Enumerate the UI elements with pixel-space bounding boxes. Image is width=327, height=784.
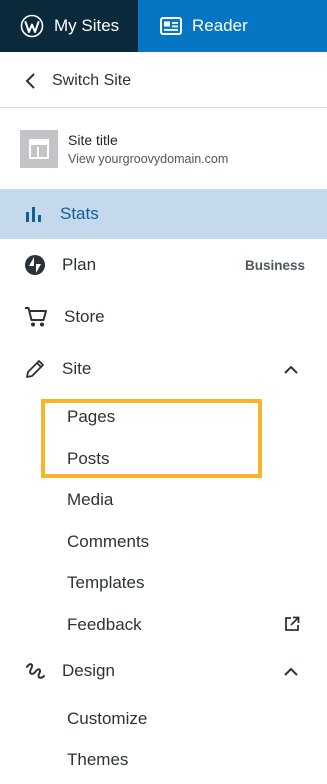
chevron-left-icon [24,72,36,90]
stats-icon [24,205,44,223]
sidebar-item-stats[interactable]: Stats [0,189,327,239]
sidebar-item-design[interactable]: Design [0,646,327,696]
submenu-item-templates[interactable]: Templates [67,563,307,603]
submenu-item-media[interactable]: Media [67,480,307,520]
submenu-item-feedback[interactable]: Feedback [67,605,307,645]
sidebar-item-site[interactable]: Site [0,344,327,394]
submenu-item-customize[interactable]: Customize [67,699,307,739]
my-sites-label: My Sites [54,16,120,35]
reader-label: Reader [192,16,248,35]
sidebar-item-store[interactable]: Store [0,292,327,342]
pencil-icon [24,358,46,380]
site-url-link[interactable]: View yourgroovydomain.com [68,152,228,166]
design-brush-icon [24,660,46,682]
my-sites-tab[interactable]: My Sites [0,0,138,52]
plan-badge: Business [244,257,305,273]
masterbar: My Sites Reader [0,0,327,52]
chevron-up-icon[interactable] [281,359,301,379]
sidebar-item-store-label: Store [64,307,105,326]
sidebar-item-plan[interactable]: Plan Business [0,240,327,290]
current-site-card[interactable]: Site title View yourgroovydomain.com [0,109,327,188]
chevron-up-icon[interactable] [281,661,301,681]
sidebar-item-site-label: Site [62,359,92,378]
reader-icon [160,16,182,36]
submenu-item-comments[interactable]: Comments [67,522,307,562]
submenu-item-themes[interactable]: Themes [67,740,307,780]
submenu-item-pages[interactable]: Pages [67,397,307,437]
sidebar-item-plan-label: Plan [62,255,97,274]
switch-site-button[interactable]: Switch Site [0,54,327,108]
site-icon [20,129,58,168]
sidebar-item-stats-label: Stats [60,204,99,223]
submenu-item-posts[interactable]: Posts [67,439,307,479]
reader-tab[interactable]: Reader [138,0,327,52]
sidebar-item-design-label: Design [62,661,115,680]
jetpack-icon [24,254,46,276]
external-link-icon [282,614,302,634]
cart-icon [24,306,48,328]
site-title: Site title [68,131,118,148]
switch-site-label: Switch Site [52,71,132,89]
wordpress-logo-icon [20,14,44,38]
